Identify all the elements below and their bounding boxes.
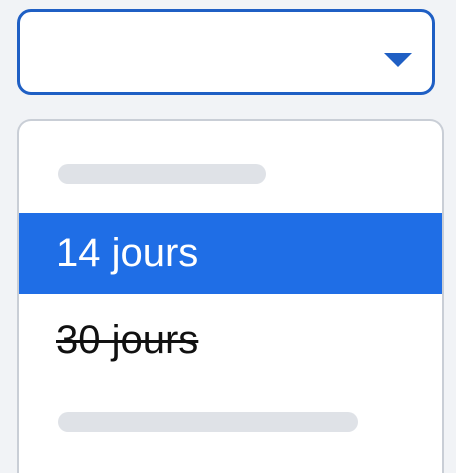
placeholder-option-bar xyxy=(58,412,358,432)
dropdown-menu: 14 jours 30 jours xyxy=(17,119,444,473)
page: 14 jours 30 jours xyxy=(0,0,456,473)
option-label: 14 jours xyxy=(56,231,199,275)
placeholder-option-bar xyxy=(58,164,266,184)
caret-down-icon xyxy=(384,53,412,67)
option-14-jours[interactable]: 14 jours xyxy=(19,213,442,294)
duration-select[interactable] xyxy=(17,9,435,95)
option-30-jours: 30 jours xyxy=(19,300,442,380)
option-label: 30 jours xyxy=(56,318,199,362)
